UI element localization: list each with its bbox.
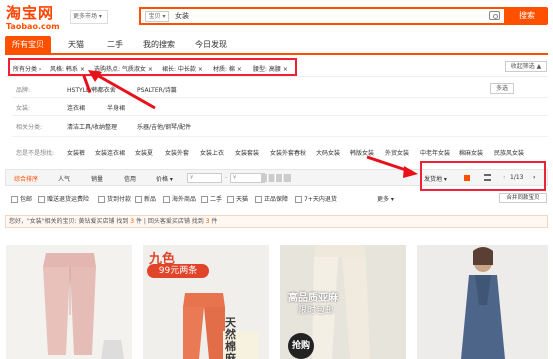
annotation-arrows (88, 70, 418, 178)
taobao-search-page: { "header": { "logo_cn": "淘宝网", "logo_en… (0, 0, 553, 359)
